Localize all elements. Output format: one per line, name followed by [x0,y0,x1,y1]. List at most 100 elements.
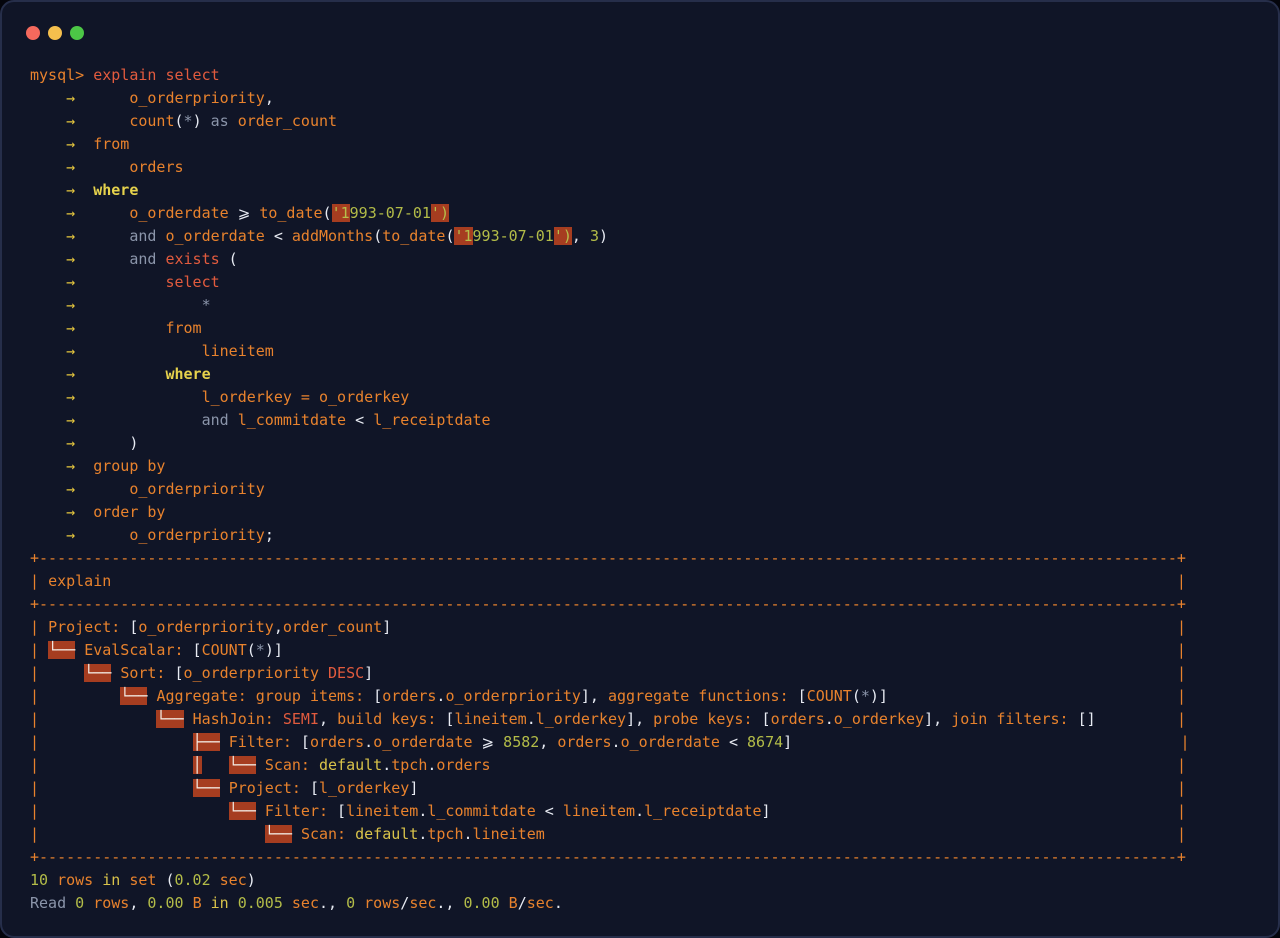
terminal-line: → o_orderpriority, [30,87,1190,110]
token: probe keys: [653,710,752,728]
token [274,710,283,728]
token: ., [436,894,454,912]
token [229,894,238,912]
token: . [382,756,391,774]
token [120,871,129,889]
token: o_orderdate [93,204,238,222]
token: ( [852,687,861,705]
token: rows [57,871,93,889]
token: 3 [590,227,599,245]
token: orders [93,158,183,176]
token: , [572,227,590,245]
token [48,733,193,751]
token: to_date [259,204,322,222]
token: 10 [30,871,48,889]
table-border: | [30,618,48,636]
token [48,779,193,797]
token [220,733,229,751]
token [84,894,93,912]
token: explain select [93,66,219,84]
token: . [554,894,563,912]
token: o_orderpriority [138,618,273,636]
continuation-arrow-icon: → [30,411,93,429]
token [545,825,1177,843]
token: exists [156,250,219,268]
continuation-arrow-icon: → [30,457,93,475]
token: ] [382,618,391,636]
token [888,687,1177,705]
token: ] [364,664,373,682]
token: Aggregate: group items: [156,687,364,705]
token: lineitem [346,802,418,820]
token: aggregate functions: [608,687,789,705]
token: HashJoin: [193,710,274,728]
terminal-content[interactable]: mysql> explain select → o_orderpriority,… [30,64,1190,915]
token: sec [527,894,554,912]
table-border: | [1177,756,1186,774]
token: . [364,733,373,751]
token: o_orderpriority [445,687,580,705]
token: [ [753,710,771,728]
continuation-arrow-icon: → [30,503,93,521]
token: ] [409,779,418,797]
token: )] [870,687,888,705]
table-border: | [1177,618,1186,636]
token: and [93,250,156,268]
tree-connector-icon: ├── [193,733,220,751]
token [292,825,301,843]
continuation-arrow-icon: → [30,158,93,176]
terminal-line: | └── HashJoin: SEMI, build keys: [linei… [30,708,1190,731]
token: * [184,112,193,130]
token [220,779,229,797]
token [283,641,1177,659]
token: [ [436,710,454,728]
token: 0.005 [238,894,283,912]
terminal-line: | └── Filter: [lineitem.l_commitdate < l… [30,800,1190,823]
close-button[interactable] [26,26,40,40]
token: ; [265,526,274,544]
token: B [193,894,202,912]
titlebar[interactable] [2,2,1278,50]
token: in [211,894,229,912]
token: COUNT [202,641,247,659]
token [256,756,265,774]
token: o_orderdate [373,733,472,751]
token [337,894,346,912]
token: )] [265,641,283,659]
token: SEMI [283,710,319,728]
token: ( [247,641,256,659]
token: o_orderpriority [184,664,329,682]
token: orders [310,733,364,751]
token: orders [557,733,611,751]
highlighted-quote: ') [554,227,572,245]
terminal-line: → orders [30,156,1190,179]
table-border: +---------------------------------------… [30,593,1190,616]
token [391,618,1177,636]
minimize-button[interactable] [48,26,62,40]
terminal-line: → o_orderpriority [30,478,1190,501]
token: 0.00 [147,894,183,912]
token: ] [762,802,771,820]
table-border: | [1177,802,1186,820]
terminal-line: | │ └── Scan: default.tpch.orders | [30,754,1190,777]
token: 0.00 [464,894,500,912]
table-border: | [30,733,48,751]
token [202,756,229,774]
maximize-button[interactable] [70,26,84,40]
token: ], [581,687,608,705]
token: . [612,733,621,751]
token [184,710,193,728]
token: Filter: [265,802,328,820]
token [48,756,193,774]
terminal-line: → order by [30,501,1190,524]
token: / [518,894,527,912]
stats-line: Read 0 rows, 0.00 B in 0.005 sec., 0 row… [30,892,1190,915]
token: Project: [48,618,120,636]
table-border: +---------------------------------------… [30,547,1190,570]
token: rows [364,894,400,912]
token: 8674 [747,733,783,751]
token: sec [409,894,436,912]
token: orders [382,687,436,705]
token [48,871,57,889]
token [66,894,75,912]
